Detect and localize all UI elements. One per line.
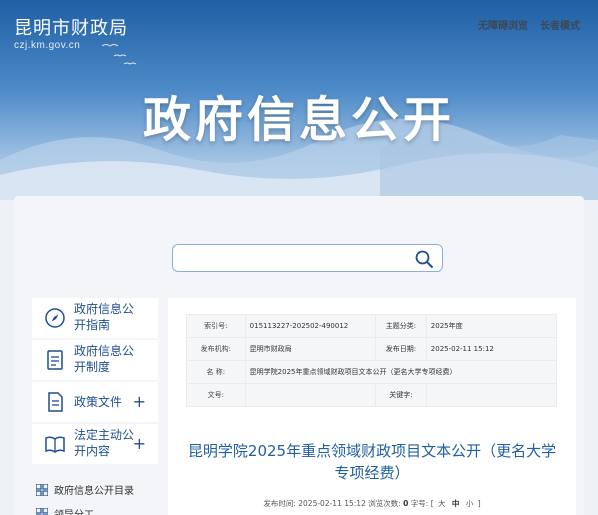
site-name[interactable]: 昆明市财政局 bbox=[14, 14, 128, 40]
meta-value bbox=[245, 384, 376, 406]
meta-value: 昆明市财政局 bbox=[245, 338, 376, 360]
top-links: 无障碍浏览 长者模式 bbox=[478, 17, 580, 32]
views-label: 浏览次数: bbox=[368, 499, 401, 508]
meta-key: 发布机构: bbox=[187, 338, 245, 360]
font-large-button[interactable]: 大 bbox=[436, 499, 448, 508]
font-medium-button[interactable]: 中 bbox=[450, 499, 462, 508]
expand-icon[interactable]: + bbox=[133, 392, 146, 411]
publish-time-label: 发布时间: bbox=[263, 499, 296, 508]
compass-icon bbox=[45, 308, 65, 328]
meta-value: 015113227-202502-490012 bbox=[245, 315, 376, 337]
sidebar-item-label: 政府信息公开指南 bbox=[74, 302, 135, 332]
font-small-button[interactable]: 小 bbox=[464, 499, 476, 508]
document-icon bbox=[47, 350, 63, 370]
sidebar-link-label: 领导分工 bbox=[54, 506, 94, 515]
meta-key: 文号: bbox=[187, 384, 245, 406]
meta-value: 2025年度 bbox=[426, 315, 556, 337]
sidebar-item-policy[interactable]: 政策文件 + bbox=[32, 382, 158, 422]
sidebar-item-system[interactable]: 政府信息公开制度 bbox=[32, 340, 158, 380]
views-count: 0 bbox=[403, 499, 409, 508]
bracket-open: [ bbox=[430, 499, 434, 508]
site-domain: czj.km.gov.cn bbox=[14, 40, 81, 51]
document-title: 昆明学院2025年重点领域财政项目文本公开（更名大学专项经费） bbox=[187, 442, 557, 482]
sidebar-item-label: 政府信息公开制度 bbox=[74, 344, 135, 374]
meta-key: 索引号: bbox=[187, 315, 245, 337]
grid-icon bbox=[36, 507, 48, 515]
font-size-label: 字号: bbox=[410, 499, 429, 508]
sidebar-link-label: 政府信息公开目录 bbox=[54, 486, 134, 497]
publish-time: 2025-02-11 15:12 bbox=[298, 499, 366, 508]
header-banner: 昆明市财政局 czj.km.gov.cn 无障碍浏览 长者模式 政府信息公开 bbox=[0, 0, 598, 200]
meta-value bbox=[426, 384, 556, 406]
meta-key: 主题分类: bbox=[376, 315, 426, 337]
elder-mode-link[interactable]: 长者模式 bbox=[540, 17, 580, 32]
meta-key: 名 称: bbox=[187, 361, 245, 383]
sidebar-link-leadership[interactable]: 领导分工 bbox=[36, 506, 94, 515]
document-info-bar: 发布时间: 2025-02-11 15:12 浏览次数: 0 字号: [ 大 中… bbox=[168, 498, 576, 509]
sidebar-item-public-content[interactable]: 法定主动公开内容 + bbox=[32, 424, 158, 464]
sidebar-item-guide[interactable]: 政府信息公开指南 bbox=[32, 298, 158, 338]
meta-key: 关键字: bbox=[376, 384, 426, 406]
meta-value: 2025-02-11 15:12 bbox=[426, 338, 556, 360]
search-input[interactable] bbox=[172, 244, 443, 272]
meta-value: 昆明学院2025年重点领域财政项目文本公开（更名大学专项经费） bbox=[245, 361, 556, 383]
sidebar-link-catalog[interactable]: 政府信息公开目录 bbox=[36, 482, 134, 497]
main-area: 政府信息公开指南 政府信息公开制度 政策文件 + 法定主动公开内容 + 政府信息… bbox=[14, 196, 584, 515]
search-icon[interactable] bbox=[414, 249, 434, 269]
meta-key: 发布日期: bbox=[376, 338, 426, 360]
book-icon bbox=[45, 436, 65, 453]
bracket-close: ] bbox=[477, 499, 481, 508]
expand-icon[interactable]: + bbox=[133, 434, 146, 453]
document-meta-table: 索引号: 015113227-202502-490012 主题分类: 2025年… bbox=[186, 314, 557, 407]
birds-icon bbox=[101, 44, 137, 65]
grid-icon bbox=[36, 483, 48, 496]
banner-title: 政府信息公开 bbox=[142, 92, 455, 148]
file-icon bbox=[48, 392, 63, 412]
document-panel: 索引号: 015113227-202502-490012 主题分类: 2025年… bbox=[168, 298, 576, 515]
accessibility-link[interactable]: 无障碍浏览 bbox=[478, 17, 528, 32]
